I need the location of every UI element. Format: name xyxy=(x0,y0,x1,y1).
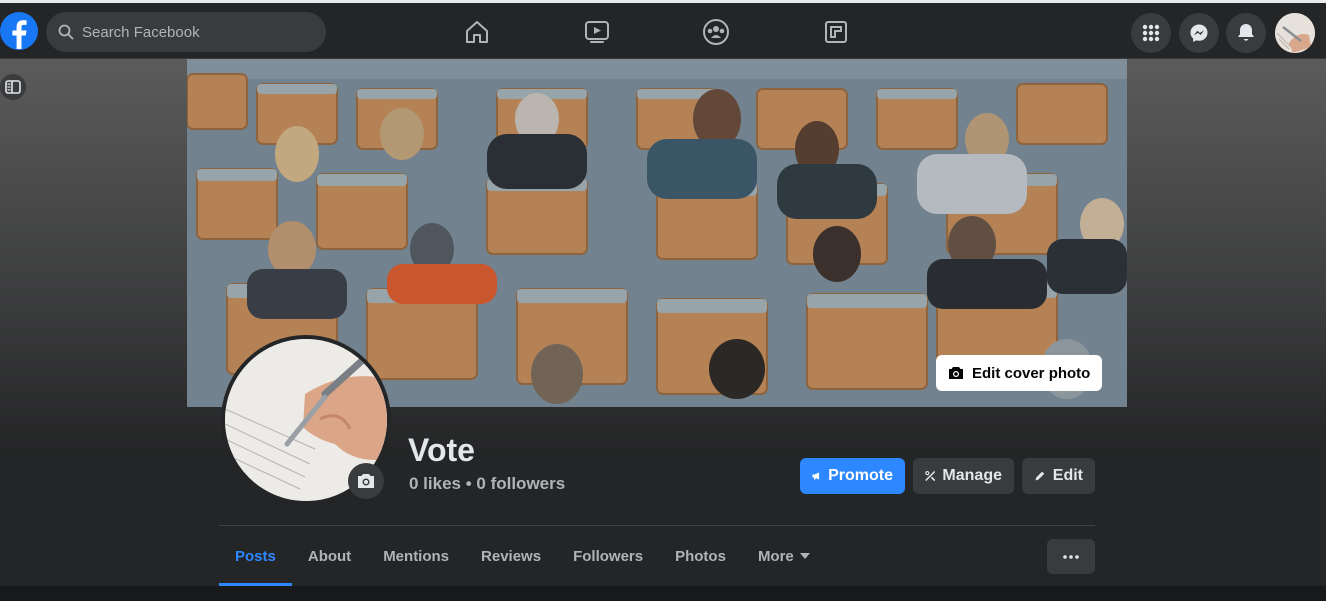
edit-cover-photo-button[interactable]: Edit cover photo xyxy=(936,355,1103,391)
pencil-icon xyxy=(1035,471,1045,481)
page-title: Vote xyxy=(408,432,475,468)
tab-followers[interactable]: Followers xyxy=(557,526,659,586)
tab-photos[interactable]: Photos xyxy=(659,526,742,586)
megaphone-icon xyxy=(812,472,820,480)
sidebar-toggle-icon[interactable] xyxy=(0,74,26,100)
manage-label: Manage xyxy=(942,467,1002,484)
page-tabs: Posts About Mentions Reviews Followers P… xyxy=(219,526,826,586)
tab-reviews[interactable]: Reviews xyxy=(465,526,557,586)
top-navigation-bar xyxy=(0,0,1326,59)
groups-icon[interactable] xyxy=(701,17,731,47)
account-avatar[interactable] xyxy=(1275,13,1315,53)
search-bar[interactable] xyxy=(46,12,326,52)
edit-cover-label: Edit cover photo xyxy=(972,364,1091,382)
watch-icon[interactable] xyxy=(582,17,612,47)
search-icon xyxy=(58,24,74,40)
menu-grid-icon[interactable] xyxy=(1131,13,1171,53)
tab-posts[interactable]: Posts xyxy=(219,526,292,586)
caret-down-icon xyxy=(799,553,810,559)
search-input[interactable] xyxy=(82,23,302,41)
gaming-icon[interactable] xyxy=(821,17,851,47)
edit-button[interactable]: Edit xyxy=(1022,458,1095,494)
notifications-icon[interactable] xyxy=(1226,13,1266,53)
facebook-logo-icon[interactable] xyxy=(0,12,38,50)
edit-label: Edit xyxy=(1052,467,1083,484)
ellipsis-icon xyxy=(1063,554,1079,559)
update-profile-picture-camera-icon[interactable] xyxy=(348,463,384,499)
more-options-button[interactable] xyxy=(1047,539,1095,574)
page-stats: 0 likes • 0 followers xyxy=(409,474,566,493)
manage-button[interactable]: Manage xyxy=(913,458,1014,494)
tab-mentions[interactable]: Mentions xyxy=(367,526,465,586)
messenger-icon[interactable] xyxy=(1179,13,1219,53)
promote-button[interactable]: Promote xyxy=(800,458,905,494)
promote-label: Promote xyxy=(828,467,893,484)
tab-more[interactable]: More xyxy=(742,526,826,586)
content-area-top xyxy=(0,586,1326,601)
home-icon[interactable] xyxy=(462,17,492,47)
tab-about[interactable]: About xyxy=(292,526,367,586)
camera-icon xyxy=(949,367,963,379)
tools-icon xyxy=(925,471,936,481)
